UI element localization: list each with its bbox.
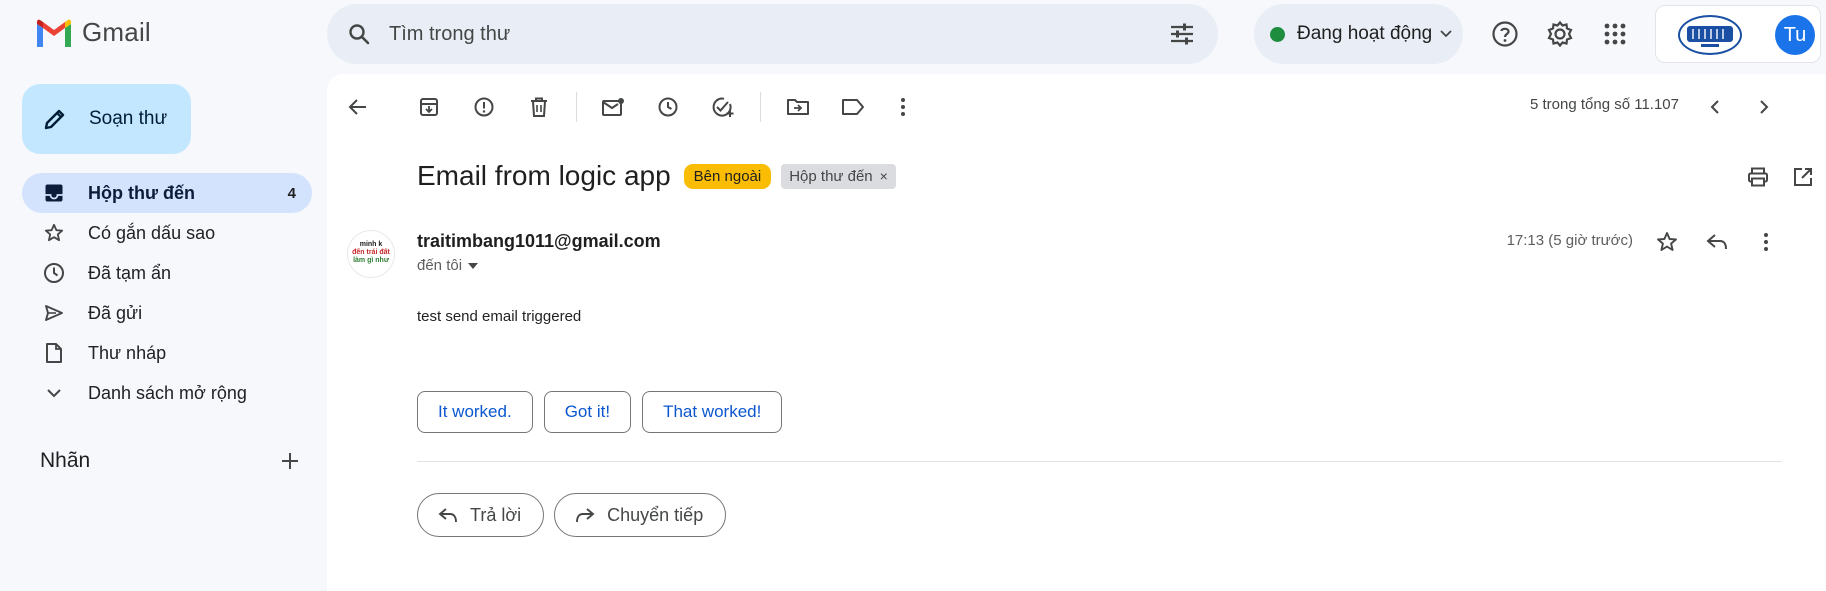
sidebar-nav: Hộp thư đến 4 Có gắn dấu sao Đã tạm ẩn Đ…: [22, 173, 312, 413]
search-bar[interactable]: [327, 4, 1218, 64]
search-options-icon[interactable]: [1166, 18, 1198, 50]
account-switcher[interactable]: Tu: [1655, 5, 1821, 63]
forward-label: Chuyển tiếp: [607, 504, 704, 525]
inbox-label-text: Hộp thư đến: [789, 167, 873, 185]
help-icon[interactable]: [1485, 14, 1525, 54]
smart-reply-button[interactable]: That worked!: [642, 391, 783, 433]
content-divider: [417, 461, 1782, 462]
open-new-window-icon[interactable]: [1787, 161, 1819, 193]
smart-reply-group: It worked. Got it! That worked!: [417, 391, 793, 433]
gmail-m-icon: [37, 19, 71, 47]
organization-logo: [1678, 15, 1742, 55]
remove-label-close-icon[interactable]: ×: [880, 168, 888, 184]
status-label: Đang hoạt động: [1297, 23, 1433, 44]
trash-icon[interactable]: [523, 91, 555, 123]
search-icon[interactable]: [329, 4, 389, 64]
sidebar-item-label: Thư nháp: [88, 342, 167, 363]
more-vert-icon[interactable]: [1750, 226, 1782, 258]
archive-icon[interactable]: [413, 91, 445, 123]
sidebar-item-drafts[interactable]: Thư nháp: [22, 333, 312, 373]
sidebar-item-starred[interactable]: Có gắn dấu sao: [22, 213, 312, 253]
pagination-text: 5 trong tổng số 11.107: [1529, 96, 1679, 113]
external-badge: Bên ngoài: [683, 163, 772, 189]
recipient-details[interactable]: đến tôi: [417, 257, 479, 274]
star-icon: [43, 222, 65, 244]
sidebar-item-label: Hộp thư đến: [88, 182, 196, 203]
older-chevron-right-icon[interactable]: [1748, 91, 1780, 123]
snooze-clock-icon[interactable]: [652, 91, 684, 123]
chevron-down-icon: [1440, 30, 1452, 38]
sidebar-item-sent[interactable]: Đã gửi: [22, 293, 312, 333]
compose-button[interactable]: Soạn thư: [22, 84, 191, 154]
compose-label: Soạn thư: [89, 108, 168, 129]
subject-row: Email from logic app Bên ngoài Hộp thư đ…: [417, 160, 896, 192]
forward-icon: [575, 507, 595, 523]
reply-icon: [438, 507, 458, 523]
sender-email[interactable]: traitimbang1011@gmail.com: [417, 231, 661, 252]
report-spam-icon[interactable]: [468, 91, 500, 123]
send-icon: [43, 302, 65, 324]
labels-heading: Nhãn: [40, 449, 91, 472]
toolbar-divider: [576, 92, 577, 122]
sidebar-item-more[interactable]: Danh sách mở rộng: [22, 373, 312, 413]
label-tag-icon[interactable]: [837, 91, 869, 123]
top-bar: Gmail Đang hoạt động Tu: [0, 0, 1826, 70]
reply-actions: Trả lời Chuyển tiếp: [417, 493, 736, 537]
inbox-icon: [43, 182, 65, 204]
recipient-label: đến tôi: [417, 257, 463, 274]
sender-avatar-text: minh k: [359, 241, 383, 248]
unread-count: 4: [287, 184, 296, 202]
search-input[interactable]: [389, 22, 1149, 46]
caret-down-icon: [468, 262, 479, 269]
add-to-tasks-icon[interactable]: [707, 91, 739, 123]
smart-reply-button[interactable]: It worked.: [417, 391, 533, 433]
newer-chevron-left-icon[interactable]: [1699, 91, 1731, 123]
smart-reply-button[interactable]: Got it!: [543, 391, 632, 433]
toolbar-divider: [760, 92, 761, 122]
email-body: test send email triggered: [417, 308, 582, 325]
message-timestamp: 17:13 (5 giờ trước): [1506, 232, 1633, 249]
more-vert-icon[interactable]: [887, 91, 919, 123]
reply-label: Trả lời: [470, 504, 522, 525]
settings-gear-icon[interactable]: [1540, 14, 1580, 54]
reply-icon[interactable]: [1701, 226, 1733, 258]
inbox-label-chip[interactable]: Hộp thư đến ×: [781, 163, 896, 189]
add-label-plus-icon[interactable]: [278, 449, 302, 473]
email-subject: Email from logic app: [417, 160, 671, 191]
clock-icon: [43, 262, 65, 284]
forward-button[interactable]: Chuyển tiếp: [554, 493, 727, 537]
move-to-folder-icon[interactable]: [782, 91, 814, 123]
sidebar-item-label: Có gắn dấu sao: [88, 222, 216, 243]
avatar[interactable]: Tu: [1775, 15, 1815, 55]
status-dot-icon: [1270, 26, 1285, 42]
sender-avatar-text: đến trái đất: [352, 249, 390, 256]
reply-button[interactable]: Trả lời: [417, 493, 545, 537]
message-view: 5 trong tổng số 11.107 Email from logic …: [327, 74, 1826, 591]
mark-unread-icon[interactable]: [597, 91, 629, 123]
status-selector[interactable]: Đang hoạt động: [1254, 4, 1463, 64]
chevron-down-icon: [43, 382, 65, 404]
sender-avatar-text: làm gì như: [353, 257, 389, 264]
back-arrow-icon[interactable]: [342, 91, 374, 123]
app-name: Gmail: [82, 17, 151, 47]
sender-avatar[interactable]: minh k đến trái đất làm gì như: [347, 230, 395, 278]
star-icon[interactable]: [1651, 226, 1683, 258]
pencil-icon: [44, 109, 65, 130]
apps-grid-icon[interactable]: [1595, 14, 1635, 54]
print-icon[interactable]: [1742, 161, 1774, 193]
draft-icon: [43, 342, 65, 364]
gmail-logo[interactable]: Gmail: [35, 17, 151, 48]
sidebar-item-label: Danh sách mở rộng: [88, 382, 247, 403]
sidebar-item-label: Đã gửi: [88, 302, 143, 323]
sidebar-item-snoozed[interactable]: Đã tạm ẩn: [22, 253, 312, 293]
sidebar-item-inbox[interactable]: Hộp thư đến 4: [22, 173, 312, 213]
sidebar-item-label: Đã tạm ẩn: [88, 262, 172, 283]
